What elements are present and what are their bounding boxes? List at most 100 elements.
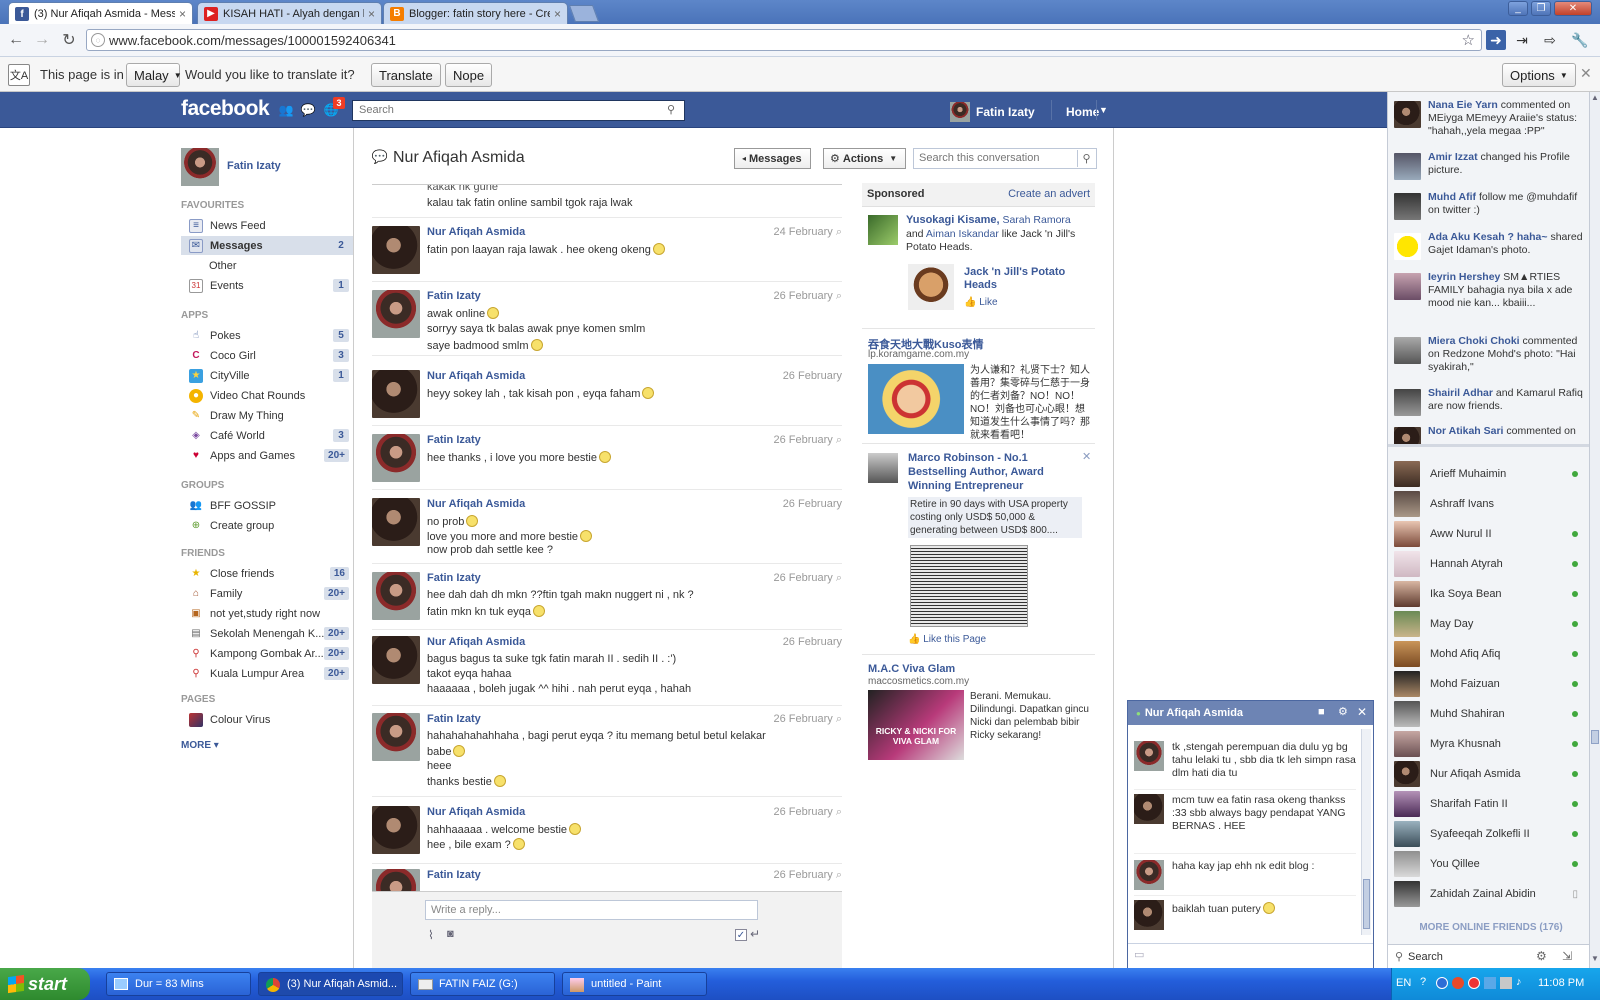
back-arrow-icon[interactable]: ←	[5, 30, 27, 50]
taskbar-item-drive[interactable]: FATIN FAIZ (G:)	[410, 972, 555, 996]
online-friend[interactable]: May Day	[1394, 609, 1586, 639]
sender-name[interactable]: Nur Afiqah Asmida	[427, 636, 525, 648]
page-scrollbar[interactable]: ▲ ▼	[1589, 92, 1600, 968]
chat-avatar[interactable]	[1134, 741, 1164, 771]
nav-not-yet-study[interactable]: ▣ not yet,study right now	[181, 604, 353, 623]
online-friend[interactable]: Sharifah Fatin II	[1394, 789, 1586, 819]
chat-avatar[interactable]	[1134, 900, 1164, 930]
back-to-messages-button[interactable]: ◂ Messages	[734, 148, 811, 169]
reload-icon[interactable]: ↻	[58, 30, 80, 50]
online-friend[interactable]: Arieff Muhaimin	[1394, 459, 1586, 489]
language-indicator[interactable]: EN	[1396, 977, 1411, 989]
more-online-friends-link[interactable]: MORE ONLINE FRIENDS (176)	[1398, 922, 1584, 933]
scroll-up-arrow-icon[interactable]: ▲	[1591, 93, 1599, 102]
sender-name[interactable]: Fatin Izaty	[427, 713, 481, 725]
online-friend[interactable]: Zahidah Zainal Abidin ▯	[1394, 879, 1586, 909]
nav-draw-my-thing[interactable]: ✎ Draw My Thing	[181, 406, 353, 425]
tray-opera-icon[interactable]	[1468, 977, 1480, 989]
nav-sekolah-menengah[interactable]: ▤ Sekolah Menengah K... 20+	[181, 624, 353, 643]
messages-jewel-icon[interactable]: 💬	[300, 102, 316, 118]
sender-avatar[interactable]	[372, 290, 420, 338]
close-window-button[interactable]: ✕	[1554, 1, 1592, 16]
actions-button[interactable]: ⚙ Actions ▼	[823, 148, 906, 169]
gear-icon[interactable]: ⚙	[1338, 705, 1348, 718]
tab-close-icon[interactable]: ×	[554, 7, 561, 21]
browser-tab-blogger[interactable]: B Blogger: fatin story here - Cre ×	[383, 2, 568, 24]
popout-icon[interactable]: ⇲	[1562, 949, 1572, 963]
friend-thumbnail[interactable]	[868, 215, 898, 245]
profile-avatar[interactable]	[181, 148, 219, 186]
nav-family[interactable]: ⌂ Family 20+	[181, 584, 353, 603]
tray-shield-icon[interactable]	[1436, 977, 1448, 989]
maximize-button[interactable]: ❐	[1531, 1, 1551, 16]
taskbar-item-chrome[interactable]: (3) Nur Afiqah Asmid...	[258, 972, 403, 996]
ad-thumbnail[interactable]	[868, 453, 898, 483]
online-friend[interactable]: Nur Afiqah Asmida	[1394, 759, 1586, 789]
video-call-icon[interactable]: ■	[1318, 706, 1325, 718]
sender-avatar[interactable]	[372, 572, 420, 620]
nav-kampong-gombak[interactable]: ⚲ Kampong Gombak Ar... 20+	[181, 644, 353, 663]
nav-create-group[interactable]: ⊕ Create group	[181, 516, 353, 535]
camera-icon[interactable]: ◙	[447, 928, 454, 940]
friend-link[interactable]: Yusokagi Kisame,	[906, 214, 1000, 226]
press-enter-checkbox[interactable]: ✓	[735, 929, 747, 941]
ad-domain[interactable]: lp.koramgame.com.my	[868, 349, 969, 360]
ad-title[interactable]: M.A.C Viva Glam	[868, 663, 955, 675]
search-icon[interactable]: ⚲	[667, 103, 675, 116]
nav-kuala-lumpur[interactable]: ⚲ Kuala Lumpur Area 20+	[181, 664, 353, 683]
sidebar-search-input[interactable]: Search	[1408, 951, 1443, 963]
online-friend[interactable]: Mohd Faizuan	[1394, 669, 1586, 699]
online-friend[interactable]: Ika Soya Bean	[1394, 579, 1586, 609]
gear-icon[interactable]: ⚙	[1536, 949, 1547, 963]
nav-cityville[interactable]: ★ CityVille 1	[181, 366, 353, 385]
sender-name[interactable]: Fatin Izaty	[427, 290, 481, 302]
tray-network-icon[interactable]	[1484, 977, 1496, 989]
sender-name[interactable]: Nur Afiqah Asmida	[427, 498, 525, 510]
sender-avatar[interactable]	[372, 806, 420, 854]
address-bar[interactable]: ◌ www.facebook.com/messages/100001592406…	[86, 29, 1482, 51]
sender-avatar[interactable]	[372, 869, 420, 891]
friend-requests-icon[interactable]: 👥	[278, 102, 294, 118]
extension-arrow-icon[interactable]: ➜	[1486, 30, 1506, 50]
create-advert-link[interactable]: Create an advert	[1008, 188, 1090, 200]
potato-heads-thumbnail[interactable]	[908, 264, 954, 310]
extension-sign-icon[interactable]: ⇥	[1512, 30, 1532, 50]
sender-name[interactable]: Fatin Izaty	[427, 434, 481, 446]
nav-messages[interactable]: ✉ Messages 2	[181, 236, 353, 255]
friend-link[interactable]: Sarah Ramora	[1002, 214, 1070, 226]
start-button[interactable]: start	[0, 968, 90, 1000]
wrench-icon[interactable]: 🔧	[1570, 30, 1590, 50]
nav-coco-girl[interactable]: C Coco Girl 3	[181, 346, 353, 365]
language-select[interactable]: Malay ▼	[126, 63, 182, 87]
user-name-link[interactable]: Fatin Izaty	[976, 105, 1035, 119]
close-icon[interactable]: ✕	[1580, 65, 1592, 82]
online-friend[interactable]: Muhd Shahiran	[1394, 699, 1586, 729]
page-link[interactable]: Jack 'n Jill's Potato Heads	[964, 266, 1089, 292]
attach-paperclip-icon[interactable]: ⌇	[428, 928, 434, 942]
chat-scrollbar[interactable]	[1361, 729, 1371, 935]
nav-pokes[interactable]: ☝ Pokes 5	[181, 326, 353, 345]
sender-avatar[interactable]	[372, 370, 420, 418]
ad-flyer-image[interactable]	[910, 545, 1028, 627]
chat-input[interactable]: ▭	[1128, 943, 1373, 969]
forward-arrow-icon[interactable]: →	[31, 30, 53, 50]
nope-button[interactable]: Nope	[445, 63, 493, 87]
ad-title[interactable]: Marco Robinson - No.1 Bestselling Author…	[908, 452, 1068, 493]
tray-help-icon[interactable]: ?	[1420, 976, 1426, 988]
nav-video-chat-rounds[interactable]: ● Video Chat Rounds	[181, 386, 353, 405]
nav-bff-gossip[interactable]: 👥 BFF GOSSIP	[181, 496, 353, 515]
more-link[interactable]: MORE ▾	[181, 740, 219, 751]
online-friend[interactable]: You Qillee	[1394, 849, 1586, 879]
reply-input[interactable]: Write a reply...	[425, 900, 758, 920]
nav-apps-and-games[interactable]: ♥ Apps and Games 20+	[181, 446, 353, 465]
sender-name[interactable]: Nur Afiqah Asmida	[427, 806, 525, 818]
browser-tab-facebook[interactable]: f (3) Nur Afiqah Asmida - Messa ×	[8, 2, 193, 25]
account-chevron-down-icon[interactable]: ▼	[1099, 105, 1108, 115]
nav-news-feed[interactable]: ≡ News Feed	[181, 216, 353, 235]
facebook-search-input[interactable]: Search	[352, 100, 685, 121]
ticker-resize-handle[interactable]	[1388, 444, 1600, 447]
nav-colour-virus[interactable]: Colour Virus	[181, 710, 353, 729]
ad-image[interactable]: RICKY & NICKI FOR VIVA GLAM	[868, 690, 964, 760]
facebook-logo[interactable]: facebook	[181, 97, 270, 121]
user-avatar[interactable]	[950, 102, 970, 122]
